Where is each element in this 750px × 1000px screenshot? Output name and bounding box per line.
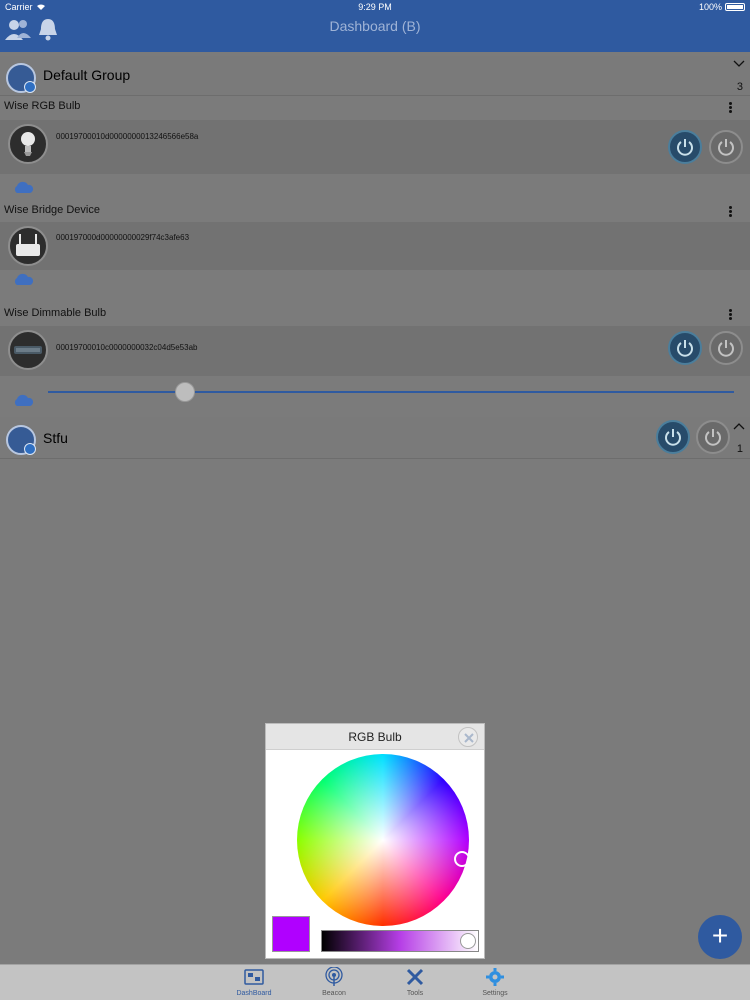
power-on-button[interactable] [668, 331, 702, 365]
selected-color-swatch [272, 916, 310, 952]
dimmable-bulb-icon [8, 330, 48, 370]
group-logo-icon [6, 425, 36, 455]
rgb-color-picker-popup: RGB Bulb [265, 723, 485, 959]
brightness-bar[interactable] [321, 930, 479, 952]
power-on-button[interactable] [668, 130, 702, 164]
popup-header: RGB Bulb [266, 724, 484, 750]
tab-bar: DashBoard Beacon Tools Settings [0, 964, 750, 1000]
dashboard-icon [244, 969, 264, 985]
status-bar: Carrier 9:29 PM 100% [0, 0, 750, 14]
device-id: 000197000d00000000029f74c3afe63 [56, 233, 190, 242]
power-off-button[interactable] [709, 130, 743, 164]
tools-icon [406, 968, 424, 986]
device-id: 00019700010d0000000013246566e58a [56, 132, 199, 141]
group-logo-icon [6, 63, 36, 93]
device-title: Wise Bridge Device [4, 204, 100, 216]
tab-label: DashBoard [236, 990, 272, 997]
device-row-dimmable-bulb[interactable]: 00019700010c0000000032c04d5e53ab [0, 326, 750, 376]
group-header-default[interactable]: Default Group 3 [0, 56, 750, 96]
device-menu-icon[interactable] [729, 309, 732, 321]
device-row-bridge[interactable]: 000197000d00000000029f74c3afe63 [0, 222, 750, 270]
tab-settings[interactable]: Settings [465, 965, 525, 1000]
battery-icon [725, 3, 745, 11]
brightness-slider-track[interactable] [48, 391, 734, 393]
group-name: Stfu [43, 430, 68, 446]
tab-dashboard[interactable]: DashBoard [224, 965, 284, 1000]
bridge-device-icon [8, 226, 48, 266]
tab-label: Beacon [322, 990, 346, 997]
device-title: Wise Dimmable Bulb [4, 307, 107, 319]
device-row-rgb-bulb[interactable]: 00019700010d0000000013246566e58a [0, 120, 750, 174]
nav-bar: Dashboard (B) [0, 14, 750, 52]
group-power-off-button[interactable] [696, 420, 730, 454]
brightness-bar-thumb[interactable] [460, 933, 476, 949]
tab-tools[interactable]: Tools [385, 965, 445, 1000]
color-wheel[interactable] [297, 754, 469, 926]
group-power-on-button[interactable] [656, 420, 690, 454]
battery-percent: 100% [698, 2, 722, 12]
device-id: 00019700010c0000000032c04d5e53ab [56, 343, 198, 352]
cloud-icon [14, 394, 34, 406]
power-off-button[interactable] [709, 331, 743, 365]
group-device-count: 1 [736, 443, 743, 455]
group-name: Default Group [43, 67, 131, 83]
tab-label: Tools [406, 990, 424, 997]
device-title: Wise RGB Bulb [4, 100, 81, 112]
chevron-up-icon[interactable] [733, 422, 745, 430]
device-menu-icon[interactable] [729, 206, 732, 218]
chevron-down-icon[interactable] [733, 60, 745, 68]
page-title: Dashboard (B) [329, 18, 421, 34]
bulb-icon [8, 124, 48, 164]
cloud-icon [14, 181, 34, 193]
group-device-count: 3 [736, 81, 743, 93]
group-header-stfu[interactable]: Stfu 1 [0, 417, 750, 459]
cloud-icon [14, 273, 34, 285]
close-icon[interactable] [458, 727, 478, 747]
brightness-slider-thumb[interactable] [175, 382, 196, 402]
status-time: 9:29 PM [358, 2, 392, 12]
popup-title: RGB Bulb [348, 730, 402, 744]
add-button[interactable]: + [698, 915, 742, 959]
beacon-icon [325, 967, 343, 986]
color-wheel-marker[interactable] [454, 851, 470, 867]
gear-icon [486, 968, 504, 986]
tab-label: Settings [482, 990, 508, 997]
tab-beacon[interactable]: Beacon [304, 965, 364, 1000]
device-menu-icon[interactable] [729, 102, 732, 114]
